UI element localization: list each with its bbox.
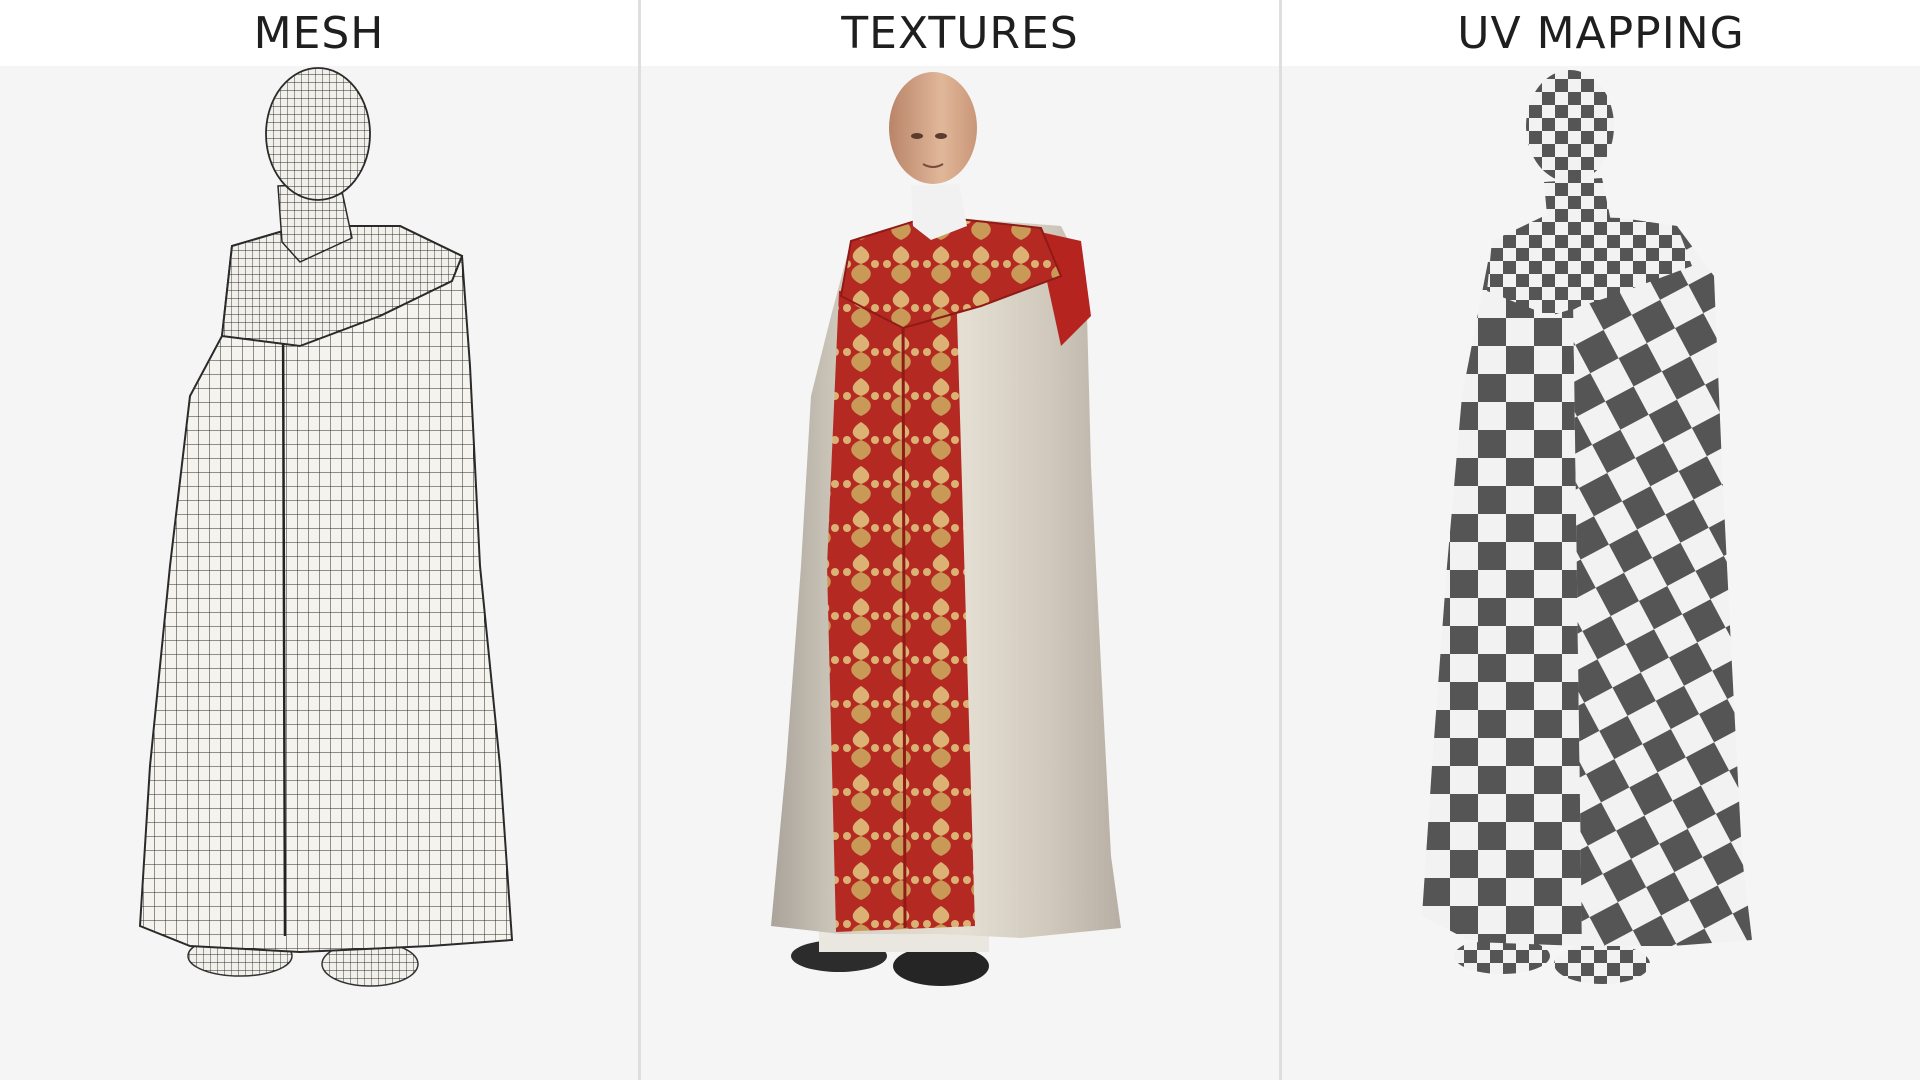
uv-panel: UV MAPPING: [1282, 0, 1920, 1080]
textures-panel: TEXTURES: [641, 0, 1279, 1080]
uv-panel-title: UV MAPPING: [1457, 7, 1745, 59]
comparison-panels: MESH TEXTURES UV MAPPING: [0, 0, 1920, 1080]
uv-panel-header: UV MAPPING: [1282, 0, 1920, 66]
uv-cape-left: [1422, 218, 1582, 946]
textured-head: [889, 72, 977, 184]
textures-panel-header: TEXTURES: [641, 0, 1279, 66]
mesh-figure: [0, 66, 638, 1080]
textures-figure: [641, 66, 1279, 1080]
uv-cape-right: [1572, 218, 1752, 946]
mesh-head: [265, 67, 371, 201]
mesh-panel-header: MESH: [0, 0, 638, 66]
textured-orphrey: [827, 281, 975, 932]
mesh-panel-title: MESH: [253, 7, 385, 59]
mesh-panel: MESH: [0, 0, 638, 1080]
textures-panel-title: TEXTURES: [841, 7, 1079, 59]
uv-figure: [1282, 66, 1920, 1080]
uv-head: [1526, 70, 1614, 182]
